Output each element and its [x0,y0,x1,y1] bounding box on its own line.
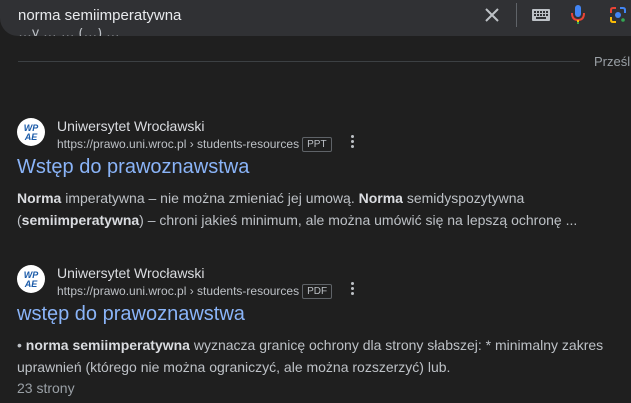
file-type-badge: PPT [302,137,332,152]
site-favicon-icon: WP AE [17,265,45,293]
snippet-highlight: semiimperatywna [21,212,140,228]
result-title-link[interactable]: wstęp do prawoznawstwa [17,303,245,326]
close-icon[interactable] [481,4,503,26]
svg-text:AE: AE [24,132,38,142]
result-url-text: https://prawo.uni.wroc.pl › students-res… [57,137,300,151]
svg-text:AE: AE [24,279,38,289]
snippet-text: imperatywna – nie można zmieniać jej umo… [61,190,359,206]
snippet-text: ) – chroni jakieś minimum, ale można umó… [139,212,578,228]
result-url-text: https://prawo.uni.wroc.pl › students-res… [57,284,300,298]
page-count: 23 strony [17,380,75,396]
more-options-icon[interactable] [349,282,355,298]
microphone-icon[interactable] [567,4,589,26]
snippet-highlight: Norma [17,190,62,206]
result-url[interactable]: https://prawo.uni.wroc.pl › students-res… [57,284,333,299]
google-lens-icon[interactable] [607,4,629,26]
result-site-name[interactable]: Uniwersytet Wrocławski [57,265,205,281]
search-bar-divider [516,3,517,27]
more-options-icon[interactable] [349,135,355,151]
result-title-link[interactable]: Wstęp do prawoznawstwa [17,156,249,179]
cut-off-text: …y … … (…) … [18,28,120,36]
keyboard-icon[interactable] [530,4,552,26]
snippet-highlight: Norma [358,190,403,206]
result-site-name[interactable]: Uniwersytet Wrocławski [57,118,205,134]
file-type-badge: PDF [302,284,333,299]
result-url[interactable]: https://prawo.uni.wroc.pl › students-res… [57,137,332,152]
snippet-highlight: norma semiimperatywna [25,337,190,353]
site-favicon-icon: WP AE [17,118,45,146]
more-link[interactable]: Prześli [594,54,631,69]
search-input[interactable]: norma semiimperatywna [18,6,181,26]
result-snippet: • norma semiimperatywna wyznacza granicę… [17,334,617,378]
snippet-text: • [17,337,26,353]
result-snippet: Norma imperatywna – nie można zmieniać j… [17,187,617,231]
section-divider [18,61,580,62]
